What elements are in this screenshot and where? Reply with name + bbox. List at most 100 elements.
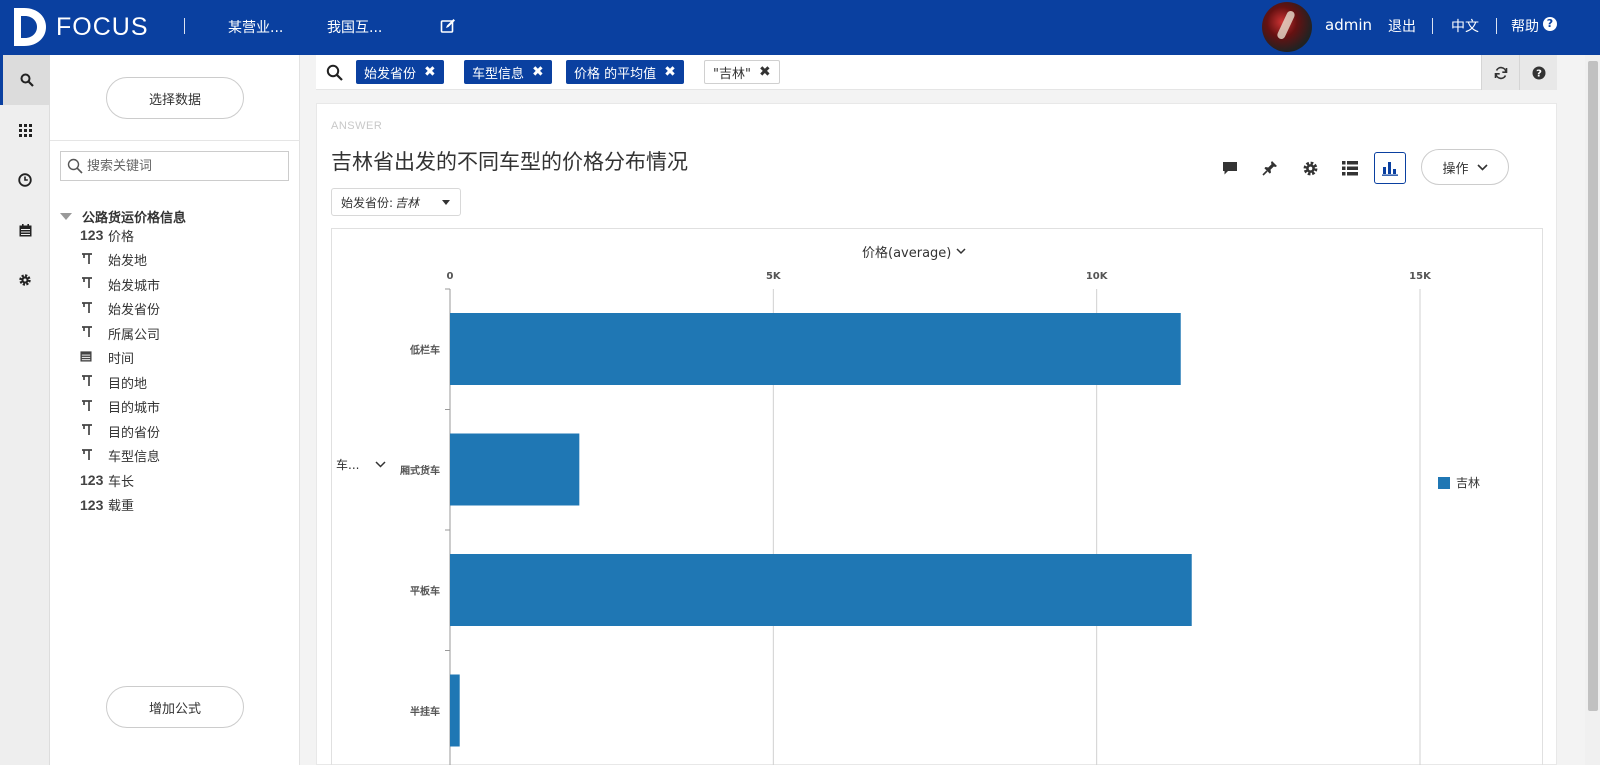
field-item[interactable]: 123 载重	[80, 495, 134, 515]
nav-tab-2[interactable]: 我国互...	[327, 17, 382, 37]
search-icon	[67, 158, 83, 174]
field-item[interactable]: 123 价格	[80, 225, 134, 245]
text-type-icon	[80, 324, 108, 342]
page-scrollbar[interactable]	[1585, 55, 1600, 765]
x-tick-label: 0	[447, 271, 454, 282]
help-link[interactable]: 帮助	[1511, 16, 1539, 36]
bar[interactable]	[450, 433, 580, 506]
svg-text:?: ?	[1536, 68, 1542, 79]
remove-chip-icon[interactable]: ✖	[532, 64, 544, 80]
search-icon	[326, 64, 343, 81]
legend-swatch	[1438, 476, 1450, 489]
caret-down-icon[interactable]	[60, 213, 72, 220]
avatar[interactable]	[1262, 2, 1312, 52]
field-name: 目的地	[108, 376, 148, 392]
logo-mark-icon	[14, 8, 46, 46]
nav-separator	[1496, 18, 1497, 34]
help-icon[interactable]: ?	[1543, 17, 1557, 31]
field-name: 始发城市	[108, 278, 161, 294]
divider	[50, 140, 300, 141]
logout-link[interactable]: 退出	[1388, 16, 1416, 36]
x-tick-label: 5K	[766, 271, 782, 282]
remove-chip-icon[interactable]: ✖	[664, 64, 676, 80]
search-icon	[20, 73, 34, 87]
chip-label: 价格 的平均值	[574, 66, 657, 82]
field-item[interactable]: 始发城市	[80, 274, 160, 294]
field-item[interactable]: 时间	[80, 348, 134, 368]
numeric-type-icon: 123	[80, 472, 104, 488]
user-name[interactable]: admin	[1325, 16, 1372, 34]
answer-title: 吉林省出发的不同车型的价格分布情况	[331, 150, 688, 174]
field-name: 始发地	[108, 254, 148, 269]
field-item[interactable]: 目的地	[80, 372, 147, 392]
remove-chip-icon[interactable]: ✖	[424, 64, 436, 80]
query-chip-value[interactable]: "吉林" ✖	[704, 60, 780, 84]
remove-chip-icon[interactable]: ✖	[759, 64, 771, 80]
nav-separator	[1432, 18, 1433, 34]
bar[interactable]	[450, 674, 460, 747]
search-nav-button[interactable]	[0, 55, 50, 105]
text-type-icon	[80, 300, 108, 318]
table-tree-root[interactable]: 公路货运价格信息	[60, 207, 186, 226]
keyword-search-box[interactable]	[60, 151, 289, 181]
focus-logo[interactable]: FOCUS	[12, 6, 149, 48]
text-type-icon	[80, 251, 108, 269]
field-item[interactable]: 车型信息	[80, 446, 160, 466]
caret-down-icon	[442, 200, 450, 205]
query-chip-avg-price[interactable]: 价格 的平均值 ✖	[566, 60, 684, 84]
select-data-button[interactable]: 选择数据	[106, 77, 244, 119]
question-icon: ?	[1532, 66, 1545, 79]
pin-button[interactable]	[1254, 152, 1286, 184]
nav-tab-1[interactable]: 某营业...	[228, 17, 283, 37]
query-chip-vehicle-type[interactable]: 车型信息 ✖	[464, 60, 552, 84]
settings-button[interactable]	[1294, 152, 1326, 184]
field-name: 价格	[108, 229, 135, 245]
chart-legend[interactable]: 吉林	[1438, 474, 1480, 491]
text-type-icon	[80, 447, 108, 465]
language-link[interactable]: 中文	[1451, 16, 1479, 36]
query-bar[interactable]: 始发省份 ✖ 车型信息 ✖ 价格 的平均值 ✖ "吉林" ✖ ?	[316, 55, 1557, 90]
chip-label: 始发省份	[364, 66, 417, 82]
operations-dropdown[interactable]: 操作	[1421, 149, 1509, 185]
chip-label: 车型信息	[472, 66, 525, 82]
scrollbar-thumb[interactable]	[1588, 61, 1598, 711]
refresh-icon	[1494, 66, 1507, 79]
text-type-icon	[80, 422, 108, 440]
refresh-button[interactable]	[1481, 55, 1519, 90]
field-item[interactable]: 始发省份	[80, 299, 160, 319]
field-name: 车型信息	[108, 450, 161, 465]
y-category-label: 平板车	[410, 584, 440, 597]
field-name: 所属公司	[108, 327, 161, 343]
legend-label: 吉林	[1456, 476, 1481, 490]
apps-nav-button[interactable]	[0, 105, 50, 155]
history-nav-button[interactable]	[0, 155, 50, 205]
calendar-nav-button[interactable]	[0, 205, 50, 255]
field-item[interactable]: 目的省份	[80, 421, 160, 441]
chip-label: "吉林"	[713, 66, 751, 82]
gear-icon	[1303, 161, 1317, 175]
province-filter[interactable]: 始发省份: 吉林	[331, 188, 461, 216]
edit-icon[interactable]	[440, 18, 456, 34]
bar[interactable]	[450, 313, 1181, 385]
comment-button[interactable]	[1214, 152, 1246, 184]
table-view-button[interactable]	[1334, 152, 1366, 184]
keyword-search-input[interactable]	[87, 156, 282, 176]
list-icon	[1342, 160, 1358, 175]
calendar-icon	[19, 223, 31, 236]
field-item[interactable]: 目的城市	[80, 397, 160, 417]
field-item[interactable]: 123 车长	[80, 470, 134, 490]
add-formula-button[interactable]: 增加公式	[106, 686, 244, 728]
query-chip-province[interactable]: 始发省份 ✖	[356, 60, 444, 84]
settings-nav-button[interactable]	[0, 255, 50, 305]
field-item[interactable]: 始发地	[80, 250, 147, 270]
query-help-button[interactable]: ?	[1519, 55, 1557, 90]
apps-grid-icon	[18, 123, 32, 137]
operations-label: 操作	[1442, 161, 1469, 177]
field-name: 载重	[108, 499, 135, 514]
text-type-icon	[80, 275, 108, 293]
answer-card: ANSWER 吉林省出发的不同车型的价格分布情况 始发省份: 吉林 操作 价格(…	[316, 103, 1557, 765]
chart-view-button[interactable]	[1374, 152, 1406, 184]
bar[interactable]	[450, 554, 1192, 626]
nav-separator	[184, 18, 185, 34]
field-item[interactable]: 所属公司	[80, 323, 160, 343]
